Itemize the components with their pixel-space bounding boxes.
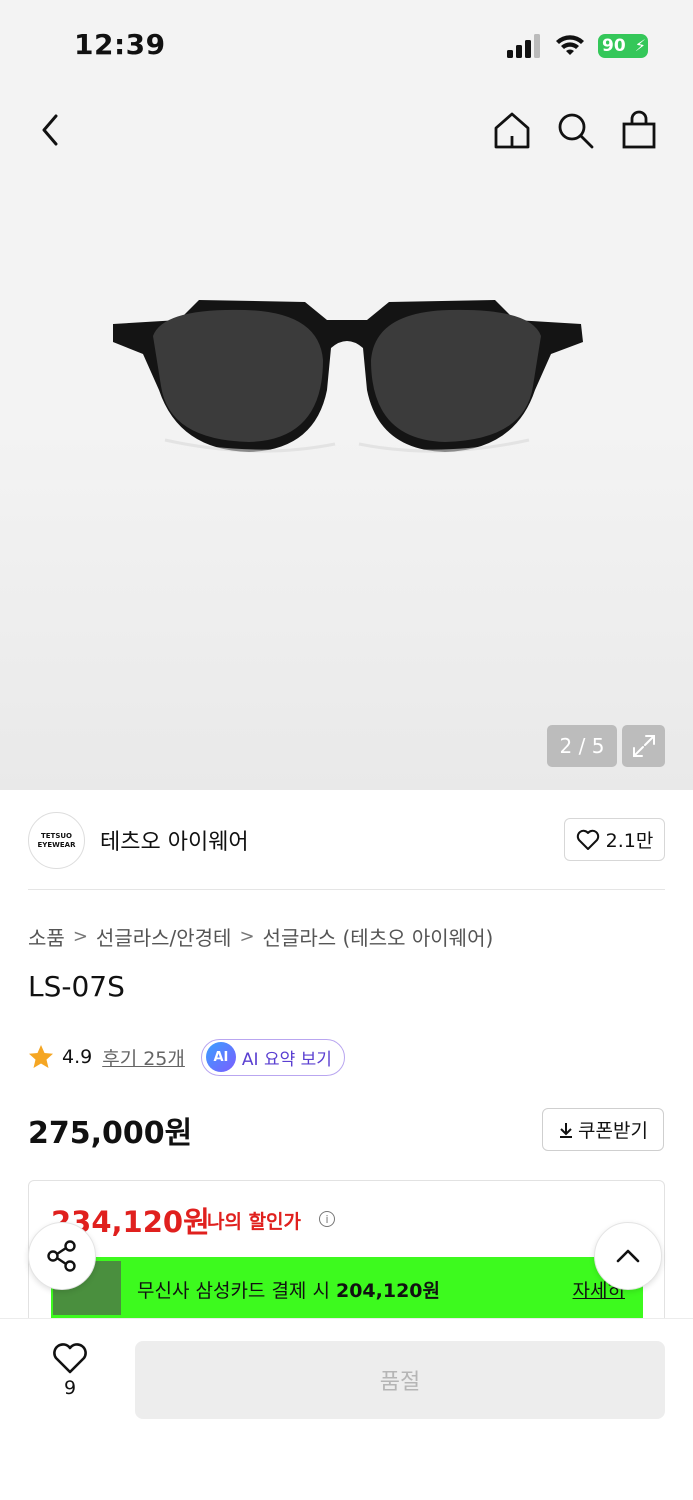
heart-icon <box>53 1343 87 1374</box>
card-promo-banner[interactable]: 무신사 삼성카드 결제 시 204,120원 자세히 <box>51 1257 643 1319</box>
brand-logo-line1: TETSUO <box>40 831 72 840</box>
brand-logo[interactable]: TETSUO EYEWEAR <box>28 812 85 869</box>
brand-logo-line2: EYEWEAR <box>37 840 76 849</box>
back-button[interactable] <box>28 108 72 152</box>
rating-value: 4.9 <box>62 1046 93 1068</box>
coupon-label: 쿠폰받기 <box>578 1120 648 1142</box>
breadcrumb-item[interactable]: 선글라스/안경테 <box>96 922 232 951</box>
wishlist-count: 9 <box>63 1377 77 1399</box>
search-button[interactable] <box>553 108 597 152</box>
home-button[interactable] <box>490 108 534 152</box>
brand-row: TETSUO EYEWEAR 테츠오 아이웨어 2.1만 <box>28 810 665 890</box>
download-icon <box>560 1122 573 1138</box>
breadcrumb: 소품 > 선글라스/안경테 > 선글라스 (테츠오 아이웨어) <box>28 922 493 951</box>
ai-icon: AI <box>205 1042 236 1072</box>
review-count-link[interactable]: 후기 25개 <box>102 1044 185 1071</box>
brand-like-button[interactable]: 2.1만 <box>564 818 665 861</box>
image-counter: 2 / 5 <box>547 725 617 767</box>
info-icon[interactable]: i <box>319 1211 335 1227</box>
breadcrumb-item[interactable]: 소품 <box>28 922 65 951</box>
chevron-right-icon: > <box>239 926 255 947</box>
expand-image-button[interactable] <box>622 725 665 767</box>
cellular-signal-icon <box>507 34 540 58</box>
card-promo-amount: 204,120원 <box>335 1280 440 1302</box>
charging-icon: ⚡ <box>634 36 646 55</box>
card-promo-text: 무신사 삼성카드 결제 시 204,120원 <box>137 1276 440 1303</box>
discount-label: 나의 할인가 <box>207 1211 302 1233</box>
ai-summary-label: AI 요약 보기 <box>241 1049 332 1070</box>
chevron-up-icon <box>616 1249 640 1263</box>
search-icon <box>558 113 594 149</box>
brand-like-count: 2.1만 <box>605 830 654 852</box>
ai-summary-button[interactable]: AI AI 요약 보기 <box>200 1038 345 1076</box>
scroll-to-top-button[interactable] <box>594 1222 662 1290</box>
product-image-gallery[interactable]: 12:39 90 ⚡ 2 / 5 <box>0 0 693 790</box>
battery-level: 90 <box>602 36 626 56</box>
brand-name[interactable]: 테츠오 아이웨어 <box>100 824 249 856</box>
heart-icon <box>576 829 599 850</box>
expand-icon <box>632 735 655 757</box>
shopping-bag-button[interactable] <box>617 108 661 152</box>
wishlist-button[interactable]: 9 <box>40 1343 100 1413</box>
share-icon <box>47 1240 76 1272</box>
wifi-icon <box>556 35 584 55</box>
share-button[interactable] <box>28 1222 96 1290</box>
breadcrumb-item[interactable]: 선글라스 (테츠오 아이웨어) <box>263 922 494 951</box>
card-promo-prefix: 무신사 삼성카드 결제 시 <box>137 1280 336 1302</box>
product-image <box>113 300 583 453</box>
chevron-right-icon: > <box>72 926 88 947</box>
back-icon <box>42 114 58 146</box>
sold-out-button: 품절 <box>135 1341 665 1419</box>
star-icon <box>29 1045 53 1068</box>
product-price: 275,000원 <box>28 1116 193 1151</box>
bag-icon <box>622 110 656 149</box>
status-time: 12:39 <box>74 28 166 61</box>
bottom-action-bar: 9 품절 <box>0 1318 693 1500</box>
coupon-download-button[interactable]: 쿠폰받기 <box>542 1108 664 1151</box>
battery-indicator: 90 ⚡ <box>598 34 648 58</box>
home-icon <box>494 112 530 149</box>
status-bar: 12:39 90 ⚡ <box>0 0 693 90</box>
product-title: LS-07S <box>28 970 125 1003</box>
rating-row: 4.9 후기 25개 AI AI 요약 보기 <box>28 1038 345 1076</box>
